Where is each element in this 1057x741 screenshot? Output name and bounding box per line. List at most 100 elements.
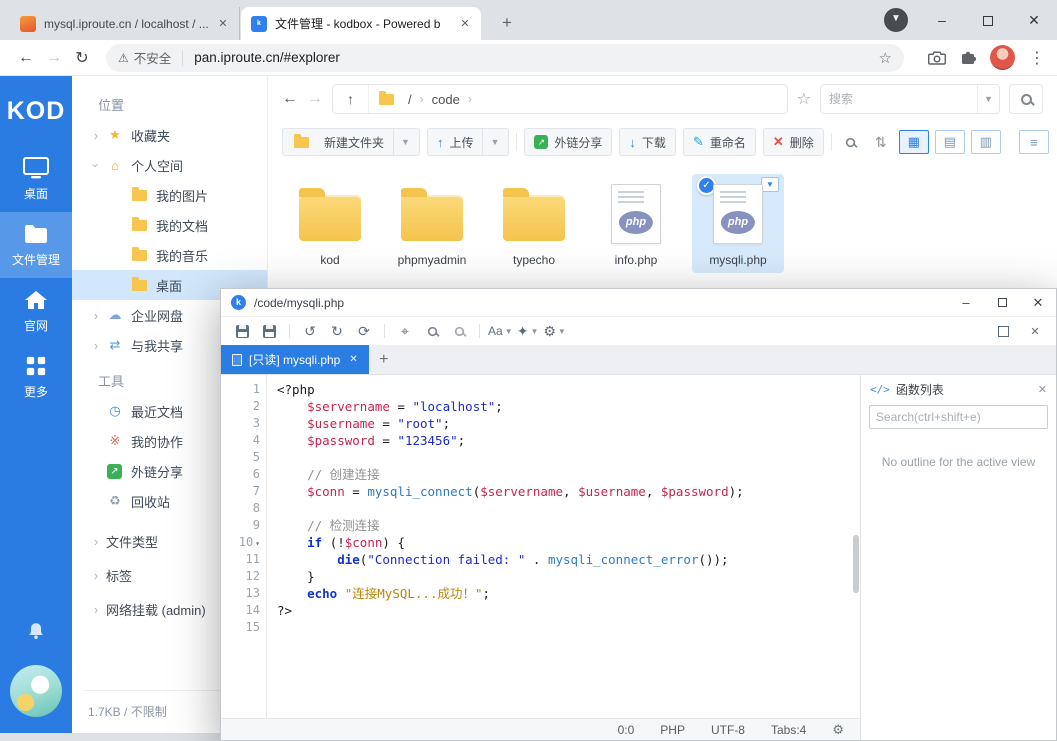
file-item[interactable]: typecho bbox=[488, 174, 580, 273]
code-line: die("Connection failed: " . mysqli_conne… bbox=[277, 551, 860, 568]
window-minimize-button[interactable]: – bbox=[919, 0, 965, 40]
tree-item[interactable]: 我的图片 bbox=[72, 180, 267, 210]
status-language[interactable]: PHP bbox=[660, 723, 685, 737]
browser-update-icon[interactable]: ▼ bbox=[884, 8, 908, 32]
new-tab-button[interactable]: + bbox=[494, 10, 520, 36]
editor-close-button[interactable]: ✕ bbox=[1020, 289, 1056, 316]
status-cursor-position[interactable]: 0:0 bbox=[618, 723, 635, 737]
dropdown-caret-icon[interactable]: ▼ bbox=[393, 129, 410, 155]
rail-item-desktop[interactable]: 桌面 bbox=[0, 146, 72, 212]
tree-item[interactable]: ›⌂个人空间 bbox=[72, 150, 267, 180]
share-button[interactable]: ↗外链分享 bbox=[524, 128, 612, 156]
file-item[interactable]: kod bbox=[284, 174, 376, 273]
url-text[interactable]: pan.iproute.cn/#explorer bbox=[194, 50, 870, 65]
save-icon[interactable] bbox=[230, 320, 254, 342]
code-content[interactable]: <?php $servername = "localhost"; $userna… bbox=[267, 375, 860, 718]
font-size-control[interactable]: Aa▼ bbox=[488, 320, 513, 342]
tree-item-label: 个人空间 bbox=[131, 156, 183, 175]
line-number-gutter: 12345678910▾1112131415 bbox=[221, 375, 267, 718]
explorer-forward-icon[interactable]: → bbox=[307, 90, 323, 108]
address-bar[interactable]: ⚠ 不安全 pan.iproute.cn/#explorer ☆ bbox=[106, 44, 904, 72]
refresh-icon[interactable]: ⟳ bbox=[352, 320, 376, 342]
link-share-icon: ↗ bbox=[107, 464, 122, 479]
redo-icon[interactable]: ↻ bbox=[325, 320, 349, 342]
tree-item[interactable]: 我的文档 bbox=[72, 210, 267, 240]
dropdown-caret-icon[interactable]: ▼ bbox=[482, 129, 499, 155]
list-settings-button[interactable]: ≡ bbox=[1019, 130, 1049, 154]
zoom-out-icon[interactable] bbox=[447, 320, 471, 342]
tree-item-label: 标签 bbox=[106, 566, 132, 585]
kodbox-logo[interactable]: KOD bbox=[0, 76, 72, 146]
rail-item-official-site[interactable]: 官网 bbox=[0, 278, 72, 344]
outline-search-input[interactable] bbox=[869, 405, 1048, 429]
zoom-in-icon[interactable] bbox=[420, 320, 444, 342]
user-avatar[interactable] bbox=[10, 665, 62, 717]
tools-control[interactable]: ✦▼ bbox=[516, 320, 540, 342]
favorite-path-star-icon[interactable]: ☆ bbox=[797, 89, 811, 109]
fold-caret-icon[interactable]: ▾ bbox=[255, 539, 260, 548]
browser-back-icon[interactable]: ← bbox=[12, 49, 40, 67]
editor-titlebar[interactable]: k /code/mysqli.php – ✕ bbox=[221, 289, 1056, 316]
download-button[interactable]: ↓下载 bbox=[619, 128, 676, 156]
status-encoding[interactable]: UTF-8 bbox=[711, 723, 745, 737]
code-area[interactable]: 12345678910▾1112131415 <?php $servername… bbox=[221, 375, 860, 718]
breadcrumb-folder[interactable]: code bbox=[432, 92, 460, 107]
explorer-back-icon[interactable]: ← bbox=[282, 90, 298, 108]
browser-forward-icon[interactable]: → bbox=[40, 49, 68, 67]
new-folder-button[interactable]: 新建文件夹▼ bbox=[282, 128, 420, 156]
undo-icon[interactable]: ↺ bbox=[298, 320, 322, 342]
chevron-icon: › bbox=[86, 534, 106, 549]
breadcrumb-root[interactable]: / bbox=[408, 92, 412, 107]
search-options-caret-icon[interactable]: ▼ bbox=[977, 85, 999, 113]
rail-item-file-manager[interactable]: 文件管理 bbox=[0, 212, 72, 278]
delete-button[interactable]: ✕删除 bbox=[763, 128, 824, 156]
browser-tab-mysql[interactable]: mysql.iproute.cn / localhost / ... ✕ bbox=[10, 7, 240, 40]
view-list-button[interactable]: ▤ bbox=[935, 130, 965, 154]
bookmark-star-icon[interactable]: ☆ bbox=[879, 49, 892, 67]
file-item[interactable]: ✓▼mysqli.php bbox=[692, 174, 784, 273]
sort-icon[interactable]: ⇅ bbox=[869, 130, 893, 154]
php-file-icon bbox=[611, 184, 661, 244]
window-close-button[interactable]: ✕ bbox=[1011, 0, 1057, 40]
editor-maximize-button[interactable] bbox=[984, 289, 1020, 316]
item-menu-caret-icon[interactable]: ▼ bbox=[761, 177, 779, 192]
tree-item[interactable]: 我的音乐 bbox=[72, 240, 267, 270]
notification-bell-icon[interactable] bbox=[27, 622, 45, 645]
window-maximize-button[interactable] bbox=[965, 0, 1011, 40]
settings-gear-icon[interactable]: ⚙ bbox=[832, 722, 844, 738]
view-grid-button[interactable]: ▦ bbox=[899, 130, 929, 154]
file-item[interactable]: info.php bbox=[590, 174, 682, 273]
security-label[interactable]: 不安全 bbox=[134, 48, 172, 67]
up-directory-icon[interactable]: ↑ bbox=[333, 85, 369, 113]
view-detail-button[interactable]: ▥ bbox=[971, 130, 1001, 154]
panel-close-icon[interactable]: ✕ bbox=[1023, 320, 1047, 342]
editor-tab-active[interactable]: [只读] mysqli.php ✕ bbox=[221, 345, 369, 374]
screenshot-camera-icon[interactable] bbox=[928, 50, 946, 66]
browser-menu-icon[interactable]: ⋮ bbox=[1029, 48, 1045, 68]
fullscreen-icon[interactable] bbox=[991, 320, 1015, 342]
settings-control[interactable]: ⚙▼ bbox=[543, 320, 567, 342]
goto-icon[interactable]: ⌖ bbox=[393, 320, 417, 342]
extensions-puzzle-icon[interactable] bbox=[960, 50, 976, 66]
editor-new-tab-button[interactable]: + bbox=[369, 345, 399, 374]
status-tab-size[interactable]: Tabs:4 bbox=[771, 723, 806, 737]
browser-reload-icon[interactable]: ↻ bbox=[68, 48, 96, 68]
search-input[interactable] bbox=[821, 92, 977, 106]
tree-item[interactable]: ›★收藏夹 bbox=[72, 120, 267, 150]
tab-close-icon[interactable]: ✕ bbox=[349, 354, 357, 365]
rail-item-more[interactable]: 更多 bbox=[0, 344, 72, 410]
zoom-search-icon[interactable] bbox=[839, 130, 863, 154]
file-item[interactable]: phpmyadmin bbox=[386, 174, 478, 273]
search-button[interactable] bbox=[1009, 84, 1043, 114]
outline-close-icon[interactable]: ✕ bbox=[1038, 383, 1047, 396]
browser-profile-avatar[interactable] bbox=[990, 45, 1015, 70]
upload-button[interactable]: ↑上传▼ bbox=[427, 128, 509, 156]
tab-close-icon[interactable]: ✕ bbox=[457, 17, 473, 30]
tree-section-location[interactable]: 位置 bbox=[72, 92, 267, 120]
browser-tab-kodbox[interactable]: k 文件管理 - kodbox - Powered b ✕ bbox=[241, 7, 481, 40]
editor-minimize-button[interactable]: – bbox=[948, 289, 984, 316]
rename-button[interactable]: ✎重命名 bbox=[683, 128, 756, 156]
editor-scrollbar[interactable] bbox=[853, 535, 859, 593]
tab-close-icon[interactable]: ✕ bbox=[215, 17, 231, 30]
save-as-icon[interactable] bbox=[257, 320, 281, 342]
